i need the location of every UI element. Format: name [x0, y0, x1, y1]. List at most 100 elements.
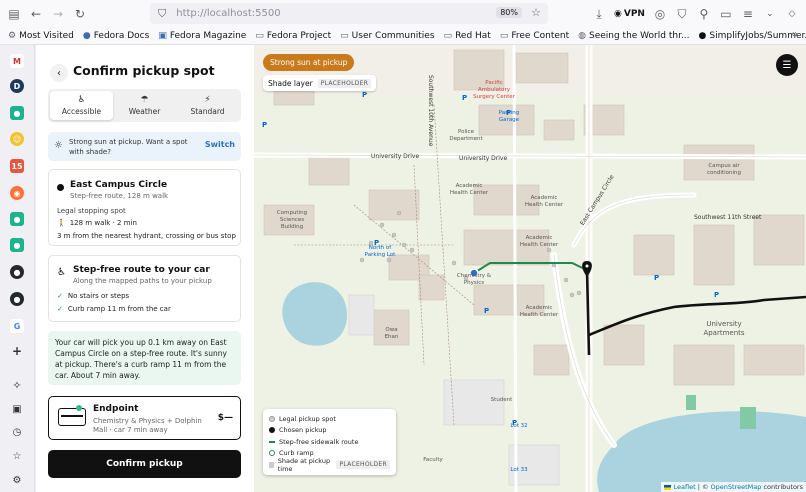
check-icon: ✓ — [57, 305, 63, 313]
pickup-spot-card[interactable]: East Campus Circle Step-free route, 128 … — [48, 169, 241, 246]
car-status-dot-icon — [76, 405, 82, 411]
back-icon[interactable]: ← — [25, 3, 47, 25]
download-icon[interactable]: ⤓ — [588, 3, 610, 25]
map-label-lot-33: Lot 33 — [510, 467, 528, 473]
shield-icon: ⛉ — [158, 6, 167, 20]
map-attribution: Leaflet | © OpenStreetMap contributors — [661, 482, 806, 492]
window-icon[interactable]: ▭ — [715, 3, 737, 25]
bookmark-user-communities[interactable]: ▭ User Communities — [340, 31, 434, 41]
bookmarks-overflow-icon[interactable]: » — [792, 29, 798, 40]
firefox-icon[interactable]: ◉ — [10, 186, 24, 200]
forward-icon[interactable]: → — [47, 3, 69, 25]
pocket-icon[interactable]: ⛉ — [671, 3, 693, 25]
vpn-button[interactable]: ◉ VPN — [610, 9, 649, 19]
bookmark-free-content[interactable]: ▭ Free Content — [500, 31, 569, 41]
ai-sparkle-icon[interactable]: ✧ — [10, 378, 24, 392]
bookmark-seeing-the-world[interactable]: ◍ Seeing the World thr... — [578, 31, 689, 41]
spot-subtitle: Step-free route, 128 m walk — [70, 192, 169, 200]
minimize-icon[interactable]: ◇ — [781, 3, 803, 25]
bookmarks-icon[interactable]: ☆ — [10, 449, 24, 463]
spot-walk: 🚶 128 m walk · 2 min — [57, 219, 137, 227]
svg-text:P: P — [654, 274, 659, 282]
map-label-academic-health-3: Academic Health Center — [519, 235, 559, 248]
magazine-icon: ▣ — [158, 30, 167, 41]
back-button[interactable]: ‹ — [50, 64, 68, 82]
add-icon[interactable]: + — [10, 344, 24, 358]
bookmark-fedora-docs[interactable]: ● Fedora Docs — [83, 31, 149, 41]
route-subtitle: Along the mapped paths to your pickup — [73, 277, 212, 285]
app-green-icon[interactable]: ● — [10, 106, 24, 120]
google-icon[interactable]: G — [10, 319, 24, 333]
account-icon[interactable]: ◎ — [649, 3, 671, 25]
github-2-icon[interactable]: ● — [10, 292, 24, 306]
svg-text:P: P — [362, 91, 367, 99]
map-label-academic-health-1: Academic Health Center — [449, 183, 489, 196]
sun-pill: Strong sun at pickup — [263, 54, 355, 71]
route-check-curb-ramp: ✓ Curb ramp 11 m from the car — [57, 305, 171, 313]
bookmark-fedora-project[interactable]: ▭ Fedora Project — [255, 31, 331, 41]
endpoint-title: Endpoint — [93, 404, 139, 414]
app-calendar-icon[interactable]: 15 — [10, 159, 24, 173]
map-label-academic-health-4: Academic Health Center — [519, 305, 559, 318]
map-label-owa-ehan: Owa Ehan — [384, 327, 399, 340]
placeholder-badge: PLACEHOLDER — [317, 78, 372, 88]
menu-icon[interactable]: ≡ — [737, 3, 759, 25]
ukraine-flag-icon — [664, 484, 672, 490]
settings-icon[interactable]: ⚙ — [10, 473, 24, 487]
spot-kind: Legal stopping spot — [57, 207, 126, 215]
sidebar-toggle-icon[interactable]: ▤ — [3, 3, 25, 25]
map-label-police: Police Department — [449, 129, 483, 142]
extensions-icon[interactable]: ⚲ — [693, 3, 715, 25]
map-label-parking-garage: Parking Garage — [498, 110, 520, 123]
tab-accessible[interactable]: ♿ Accessible — [50, 91, 113, 120]
map-label-academic-health-2: Academic Health Center — [524, 195, 564, 208]
fedora-icon: ● — [82, 30, 91, 41]
folder-icon: ▭ — [443, 30, 453, 41]
map-label-chem-phys: Chemistry & Physics — [456, 273, 492, 286]
svg-text:P: P — [714, 291, 719, 299]
map-label-north-lot: North of Parking Lot — [364, 245, 396, 258]
endpoint-card[interactable]: Endpoint Chemistry & Physics + Dolphin M… — [48, 396, 241, 440]
bookmark-simplifyjobs[interactable]: ● SimplifyJobs/Summer... — [699, 31, 806, 41]
reload-icon[interactable]: ↻ — [69, 3, 91, 25]
endpoint-subtitle: Chemistry & Physics + Dolphin Mall · car… — [93, 417, 202, 434]
zoom-level-badge[interactable]: 80% — [496, 7, 522, 18]
map-settings-button[interactable]: ☰ — [776, 54, 798, 76]
umbrella-icon: ☂ — [140, 95, 149, 105]
app-teal-icon[interactable]: ● — [10, 212, 24, 226]
bookmark-star-icon[interactable]: ☆ — [531, 6, 541, 19]
gmail-icon[interactable]: M — [10, 54, 24, 68]
vpn-icon: ◉ — [614, 9, 622, 19]
shade-layer-toggle[interactable]: Shade layer PLACEHOLDER — [263, 75, 377, 91]
bookmark-fedora-magazine[interactable]: ▣ Fedora Magazine — [158, 31, 246, 41]
accessibility-icon: ♿ — [57, 267, 66, 278]
svg-text:P: P — [484, 307, 489, 315]
chevron-left-icon: ‹ — [57, 67, 61, 79]
github-icon[interactable]: ● — [10, 265, 24, 279]
svg-text:P: P — [462, 94, 467, 102]
spot-distance-note: 3 m from the nearest hydrant, crossing o… — [57, 232, 236, 240]
map-label-univ-apts: University Apartments — [703, 320, 745, 337]
map-view[interactable]: PPP PPP PPP P Pacific Ambulatory Surgery… — [254, 45, 806, 492]
route-card: ♿ Step-free route to your car Along the … — [48, 255, 241, 322]
osm-link[interactable]: OpenStreetMap — [711, 483, 762, 491]
page-title: Confirm pickup spot — [73, 63, 215, 78]
leaflet-link[interactable]: Leaflet — [674, 483, 696, 491]
sun-alert-text: Strong sun at pickup. Want a spot with s… — [69, 138, 188, 156]
switch-link[interactable]: Switch — [205, 140, 235, 149]
bookmark-red-hat[interactable]: ▭ Red Hat — [444, 31, 491, 41]
tabs-icon[interactable]: ▣ — [10, 402, 24, 416]
confirm-pickup-button[interactable]: Confirm pickup — [48, 450, 241, 478]
list-icon[interactable]: ⌄ — [759, 3, 781, 25]
app-yellow-icon[interactable]: ☺ — [10, 132, 24, 146]
bookmark-most-visited[interactable]: ⚙ Most Visited — [8, 31, 74, 41]
history-icon[interactable]: ◷ — [10, 425, 24, 439]
map-label-faculty: Faculty — [423, 457, 443, 463]
browser-toolbar: ▤ ← → ↻ ⛉ http://localhost:5500 80% ☆ ⤓ … — [0, 0, 806, 27]
tab-standard[interactable]: ⚡ Standard — [176, 91, 239, 120]
sliders-icon: ☰ — [782, 59, 792, 71]
app-d-icon[interactable]: D — [10, 79, 24, 93]
app-teal-2-icon[interactable]: ● — [10, 238, 24, 252]
tab-weather[interactable]: ☂ Weather — [113, 91, 176, 120]
address-bar[interactable]: ⛉ http://localhost:5500 80% ☆ — [150, 3, 548, 24]
